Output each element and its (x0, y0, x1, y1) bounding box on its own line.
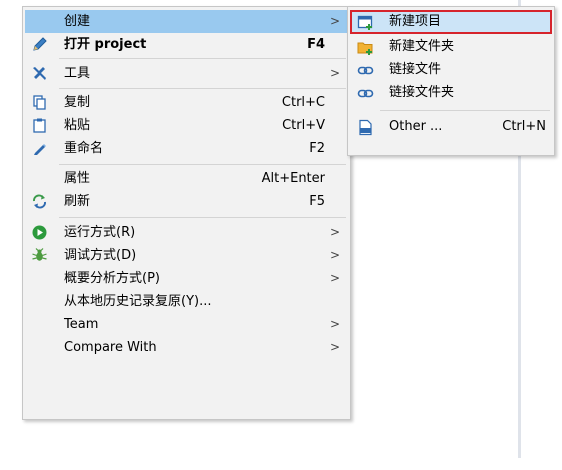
menu-item-label: 重命名 (64, 141, 104, 156)
menu-item-compare-with[interactable]: Compare With > (25, 336, 348, 359)
submenu-arrow-icon: > (329, 225, 340, 239)
menu-item-open-project[interactable]: 打开 project F4 (25, 33, 348, 56)
menu-item-label: 粘贴 (64, 118, 91, 133)
new-folder-icon (357, 39, 374, 56)
context-menu: 创建 > 打开 project F4 工具 > 复制 Ctrl+C 粘贴 Ctr… (22, 6, 351, 420)
menu-item-label: Team (64, 317, 99, 332)
clipboard-icon (31, 117, 48, 134)
link-icon (357, 85, 374, 102)
submenu-item-other[interactable]: Other ... Ctrl+N (350, 115, 552, 139)
shortcut-label: Ctrl+V (282, 118, 325, 133)
menu-separator (59, 217, 346, 218)
submenu-arrow-icon: > (329, 248, 340, 262)
menu-item-label: 打开 project (64, 37, 147, 52)
menu-item-label: 刷新 (64, 194, 91, 209)
shortcut-label: F4 (307, 37, 325, 52)
object-file-icon (357, 119, 374, 136)
menu-item-debug-as[interactable]: 调试方式(D) > (25, 244, 348, 267)
menu-item-label: 属性 (64, 171, 91, 186)
submenu-item-label: Other ... (389, 119, 443, 134)
submenu-arrow-icon: > (329, 66, 340, 80)
menu-item-label: 概要分析方式(P) (64, 271, 160, 286)
submenu-arrow-icon: > (329, 317, 340, 331)
menu-item-label: 创建 (64, 14, 91, 29)
submenu-arrow-icon: > (329, 14, 340, 28)
shortcut-label: Alt+Enter (261, 171, 325, 186)
submenu-item-label: 链接文件夹 (389, 85, 455, 100)
new-project-icon (357, 14, 374, 31)
submenu-arrow-icon: > (329, 271, 340, 285)
menu-item-label: Compare With (64, 340, 157, 355)
menu-item-label: 运行方式(R) (64, 225, 136, 240)
menu-item-team[interactable]: Team > (25, 313, 348, 336)
bug-icon (31, 247, 48, 264)
menu-item-profile-as[interactable]: 概要分析方式(P) > (25, 267, 348, 290)
rename-icon (31, 140, 48, 157)
create-submenu: 新建项目 新建文件夹 链接文件 链接文件夹 Other ... Ctrl+N (347, 6, 555, 156)
menu-item-copy[interactable]: 复制 Ctrl+C (25, 91, 348, 114)
menu-item-label: 从本地历史记录复原(Y)... (64, 294, 212, 309)
menu-item-properties[interactable]: 属性 Alt+Enter (25, 167, 348, 190)
shortcut-label: F5 (309, 194, 325, 209)
menu-item-run-as[interactable]: 运行方式(R) > (25, 221, 348, 244)
shortcut-label: F2 (309, 141, 325, 156)
shortcut-label: Ctrl+C (281, 95, 325, 110)
menu-separator (59, 164, 346, 165)
submenu-item-new-folder[interactable]: 新建文件夹 (350, 35, 552, 59)
menu-separator (380, 110, 550, 111)
menu-separator (59, 58, 346, 59)
pencil-icon (31, 36, 48, 53)
link-icon (357, 62, 374, 79)
submenu-arrow-icon: > (329, 340, 340, 354)
run-icon (31, 224, 48, 241)
menu-item-tools[interactable]: 工具 > (25, 62, 348, 85)
menu-item-label: 复制 (64, 95, 91, 110)
submenu-item-link-file[interactable]: 链接文件 (350, 58, 552, 82)
menu-item-restore-history[interactable]: 从本地历史记录复原(Y)... (25, 290, 348, 313)
submenu-item-label: 新建项目 (389, 14, 442, 29)
submenu-item-label: 链接文件 (389, 62, 442, 77)
menu-item-create[interactable]: 创建 > (25, 10, 348, 33)
menu-item-label: 调试方式(D) (64, 248, 137, 263)
tools-icon (31, 65, 48, 82)
copy-icon (31, 94, 48, 111)
menu-item-rename[interactable]: 重命名 F2 (25, 137, 348, 160)
refresh-icon (31, 193, 48, 210)
menu-item-label: 工具 (64, 66, 91, 81)
menu-item-refresh[interactable]: 刷新 F5 (25, 190, 348, 213)
submenu-item-new-project[interactable]: 新建项目 (350, 10, 552, 34)
menu-item-paste[interactable]: 粘贴 Ctrl+V (25, 114, 348, 137)
shortcut-label: Ctrl+N (502, 119, 546, 134)
submenu-item-link-folder[interactable]: 链接文件夹 (350, 81, 552, 105)
menu-separator (59, 88, 346, 89)
submenu-item-label: 新建文件夹 (389, 39, 455, 54)
